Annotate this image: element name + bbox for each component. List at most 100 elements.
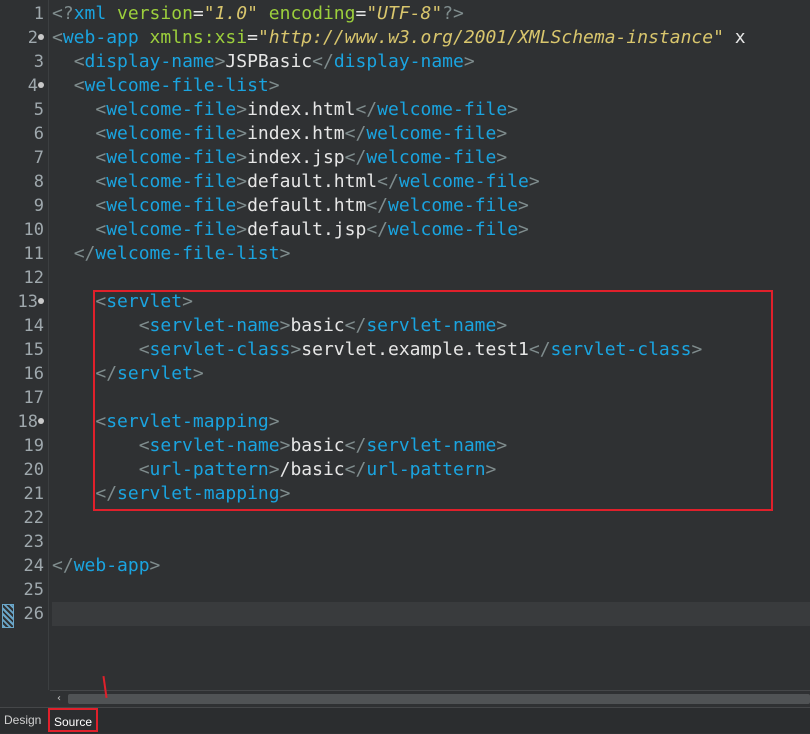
code-token: web-app xyxy=(73,555,150,576)
code-line: <welcome-file>default.jsp</welcome-file> xyxy=(52,218,529,242)
line-number: 8 xyxy=(33,172,44,192)
code-token: xml xyxy=(73,3,118,24)
code-token: > xyxy=(463,51,475,72)
line-number: 10 xyxy=(23,220,44,240)
line-number: 4 xyxy=(0,74,44,98)
line-number: 12 xyxy=(23,268,44,288)
code-line: <display-name>JSPBasic</display-name> xyxy=(52,50,475,74)
code-token: welcome-file-list xyxy=(95,243,280,264)
code-token: > xyxy=(507,99,519,120)
code-line: <welcome-file>default.htm</welcome-file> xyxy=(52,194,529,218)
code-token: < xyxy=(52,27,63,48)
code-token: welcome-file xyxy=(388,195,519,216)
code-token: </ xyxy=(355,99,378,120)
code-token: = xyxy=(247,27,258,48)
code-token: ?> xyxy=(442,3,464,24)
code-token: index.html xyxy=(247,99,356,120)
code-token: > xyxy=(236,171,248,192)
code-token: > xyxy=(149,555,161,576)
line-number: 2 xyxy=(0,26,44,50)
code-token: display-name xyxy=(333,51,464,72)
line-number: 14 xyxy=(23,316,44,336)
code-token: > xyxy=(518,195,529,216)
code-token: < xyxy=(95,171,107,192)
code-token: > xyxy=(528,171,540,192)
code-line: <web-app xmlns:xsi="http://www.w3.org/20… xyxy=(52,26,746,50)
code-token: version xyxy=(117,3,193,24)
code-token: > xyxy=(279,243,291,264)
code-token: </ xyxy=(344,123,367,144)
tab-source[interactable]: Source xyxy=(48,708,99,732)
code-line: <welcome-file>index.jsp</welcome-file> xyxy=(52,146,507,170)
code-line: <welcome-file>default.html</welcome-file… xyxy=(52,170,540,194)
code-token: "1.0" xyxy=(203,3,258,24)
code-token: < xyxy=(73,51,85,72)
line-number: 21 xyxy=(23,484,44,504)
code-token: < xyxy=(95,123,107,144)
code-token: > xyxy=(236,99,248,120)
code-token: > xyxy=(496,123,508,144)
line-number: 22 xyxy=(23,508,44,528)
code-token: </ xyxy=(344,147,367,168)
code-token: </ xyxy=(312,51,334,72)
code-token: index.jsp xyxy=(247,147,345,168)
servlet-annotation-box xyxy=(93,290,773,511)
code-token: </ xyxy=(377,171,399,192)
code-token: welcome-file xyxy=(398,171,529,192)
code-line: </welcome-file-list> xyxy=(52,242,291,266)
line-number: 7 xyxy=(33,148,44,168)
xml-source-editor[interactable]: 1 2 3 4 5 6 7 8 9 10 11 12 13 14 15 16 17 18 19 20 21 22 23 24 2… xyxy=(0,0,810,690)
code-token: </ xyxy=(52,555,74,576)
code-token: < xyxy=(95,99,107,120)
horizontal-scrollbar[interactable]: ‹ xyxy=(50,690,810,707)
code-token: = xyxy=(192,3,204,24)
code-token: </ xyxy=(366,219,388,240)
code-token: welcome-file xyxy=(106,147,237,168)
code-token: > xyxy=(236,147,248,168)
editor-tab-bar: Design Source xyxy=(0,707,810,733)
code-line: <welcome-file>index.htm</welcome-file> xyxy=(52,122,507,146)
code-token: > xyxy=(236,219,248,240)
scrollbar-thumb[interactable] xyxy=(68,694,810,704)
fold-toggle-icon[interactable] xyxy=(38,34,44,40)
code-token: < xyxy=(95,195,107,216)
code-token: welcome-file xyxy=(377,99,508,120)
line-number: 5 xyxy=(33,100,44,120)
line-number: 20 xyxy=(23,460,44,480)
fold-toggle-icon[interactable] xyxy=(38,418,44,424)
line-number: 18 xyxy=(0,410,44,434)
code-token: </ xyxy=(366,195,388,216)
code-token: index.htm xyxy=(247,123,345,144)
line-number: 13 xyxy=(0,290,44,314)
code-line: <?xml version="1.0" encoding="UTF-8"?> xyxy=(52,2,464,26)
code-token: <? xyxy=(52,3,74,24)
code-token: < xyxy=(73,75,85,96)
code-token: x xyxy=(723,27,746,48)
code-token: = xyxy=(355,3,367,24)
fold-toggle-icon[interactable] xyxy=(38,298,44,304)
fold-toggle-icon[interactable] xyxy=(38,82,44,88)
line-number: 25 xyxy=(23,580,44,600)
code-token: welcome-file xyxy=(106,171,237,192)
code-line: </web-app> xyxy=(52,554,160,578)
line-number: 11 xyxy=(23,244,44,264)
code-token: welcome-file xyxy=(106,195,237,216)
current-line-marker xyxy=(2,604,14,628)
scroll-left-icon[interactable]: ‹ xyxy=(52,692,66,706)
tab-design[interactable]: Design xyxy=(0,710,45,731)
code-line: <welcome-file>index.html</welcome-file> xyxy=(52,98,518,122)
line-number: 1 xyxy=(33,4,44,24)
code-token: JSPBasic xyxy=(225,51,313,72)
line-number: 24 xyxy=(23,556,44,576)
code-token: welcome-file xyxy=(366,123,497,144)
